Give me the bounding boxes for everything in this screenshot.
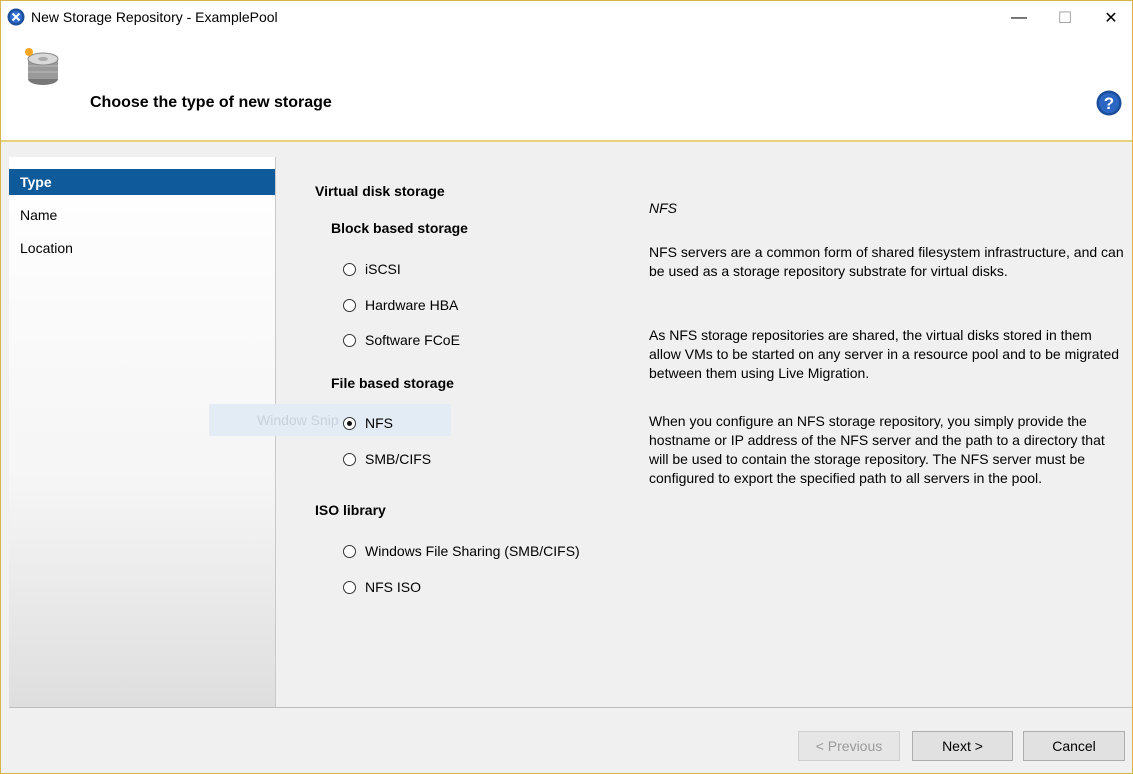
radio-label-iscsi: iSCSI bbox=[365, 261, 401, 277]
radio-hardware-hba[interactable]: Hardware HBA bbox=[343, 297, 458, 313]
window-snip-label: Window Snip bbox=[257, 412, 339, 428]
block-based-storage-label: Block based storage bbox=[331, 220, 468, 236]
radio-nfs[interactable]: NFS bbox=[343, 415, 393, 431]
radio-smb-cifs[interactable]: SMB/CIFS bbox=[343, 451, 431, 467]
storage-disk-icon bbox=[25, 48, 59, 85]
radio-button[interactable] bbox=[343, 580, 356, 594]
radio-nfs-iso[interactable]: NFS ISO bbox=[343, 579, 421, 595]
wizard-window: New Storage Repository - ExamplePool — ☐… bbox=[0, 0, 1133, 774]
radio-button[interactable] bbox=[343, 298, 356, 312]
radio-button[interactable] bbox=[343, 452, 356, 466]
sidebar-item-type[interactable]: Type bbox=[9, 169, 275, 195]
radio-label-nfs: NFS bbox=[365, 415, 393, 431]
radio-label-windows-file-sharing: Windows File Sharing (SMB/CIFS) bbox=[365, 543, 580, 559]
radio-label-software-fcoe: Software FCoE bbox=[365, 332, 460, 348]
radio-iscsi[interactable]: iSCSI bbox=[343, 261, 401, 277]
radio-label-hardware-hba: Hardware HBA bbox=[365, 297, 459, 313]
wizard-header bbox=[1, 34, 1132, 140]
description-paragraph-3: When you configure an NFS storage reposi… bbox=[649, 413, 1105, 486]
page-title: Choose the type of new storage bbox=[90, 94, 332, 111]
description-title: NFS bbox=[649, 200, 677, 216]
header-divider bbox=[1, 140, 1132, 142]
sidebar-item-location[interactable]: Location bbox=[9, 235, 275, 261]
radio-software-fcoe[interactable]: Software FCoE bbox=[343, 332, 460, 348]
radio-button-selected[interactable] bbox=[343, 416, 356, 430]
window-title: New Storage Repository - ExamplePool bbox=[31, 9, 278, 25]
radio-label-smb-cifs: SMB/CIFS bbox=[365, 451, 432, 467]
description-paragraph-1: NFS servers are a common form of shared … bbox=[649, 244, 1124, 279]
next-button[interactable]: Next > bbox=[912, 731, 1013, 761]
previous-button[interactable]: < Previous bbox=[798, 731, 900, 761]
minimize-button[interactable]: — bbox=[996, 1, 1042, 34]
maximize-button[interactable]: ☐ bbox=[1042, 1, 1088, 34]
virtual-disk-storage-label: Virtual disk storage bbox=[315, 183, 445, 199]
footer-divider bbox=[9, 707, 1132, 708]
cancel-button[interactable]: Cancel bbox=[1023, 731, 1125, 761]
title-bar[interactable]: New Storage Repository - ExamplePool — ☐… bbox=[1, 1, 1132, 34]
iso-library-label: ISO library bbox=[315, 502, 386, 518]
radio-button[interactable] bbox=[343, 262, 356, 276]
app-icon bbox=[7, 8, 25, 26]
close-button[interactable]: ✕ bbox=[1088, 1, 1133, 34]
svg-text:?: ? bbox=[1104, 94, 1114, 113]
radio-button[interactable] bbox=[343, 544, 356, 558]
file-based-storage-label: File based storage bbox=[331, 375, 454, 391]
help-icon[interactable]: ? bbox=[1095, 89, 1123, 117]
description-paragraph-2: As NFS storage repositories are shared, … bbox=[649, 327, 1120, 381]
radio-windows-file-sharing[interactable]: Windows File Sharing (SMB/CIFS) bbox=[343, 543, 580, 559]
radio-label-nfs-iso: NFS ISO bbox=[365, 579, 422, 595]
window-snip-overlay: Window Snip bbox=[209, 404, 451, 436]
radio-button[interactable] bbox=[343, 333, 356, 347]
sidebar-item-name[interactable]: Name bbox=[9, 202, 275, 228]
